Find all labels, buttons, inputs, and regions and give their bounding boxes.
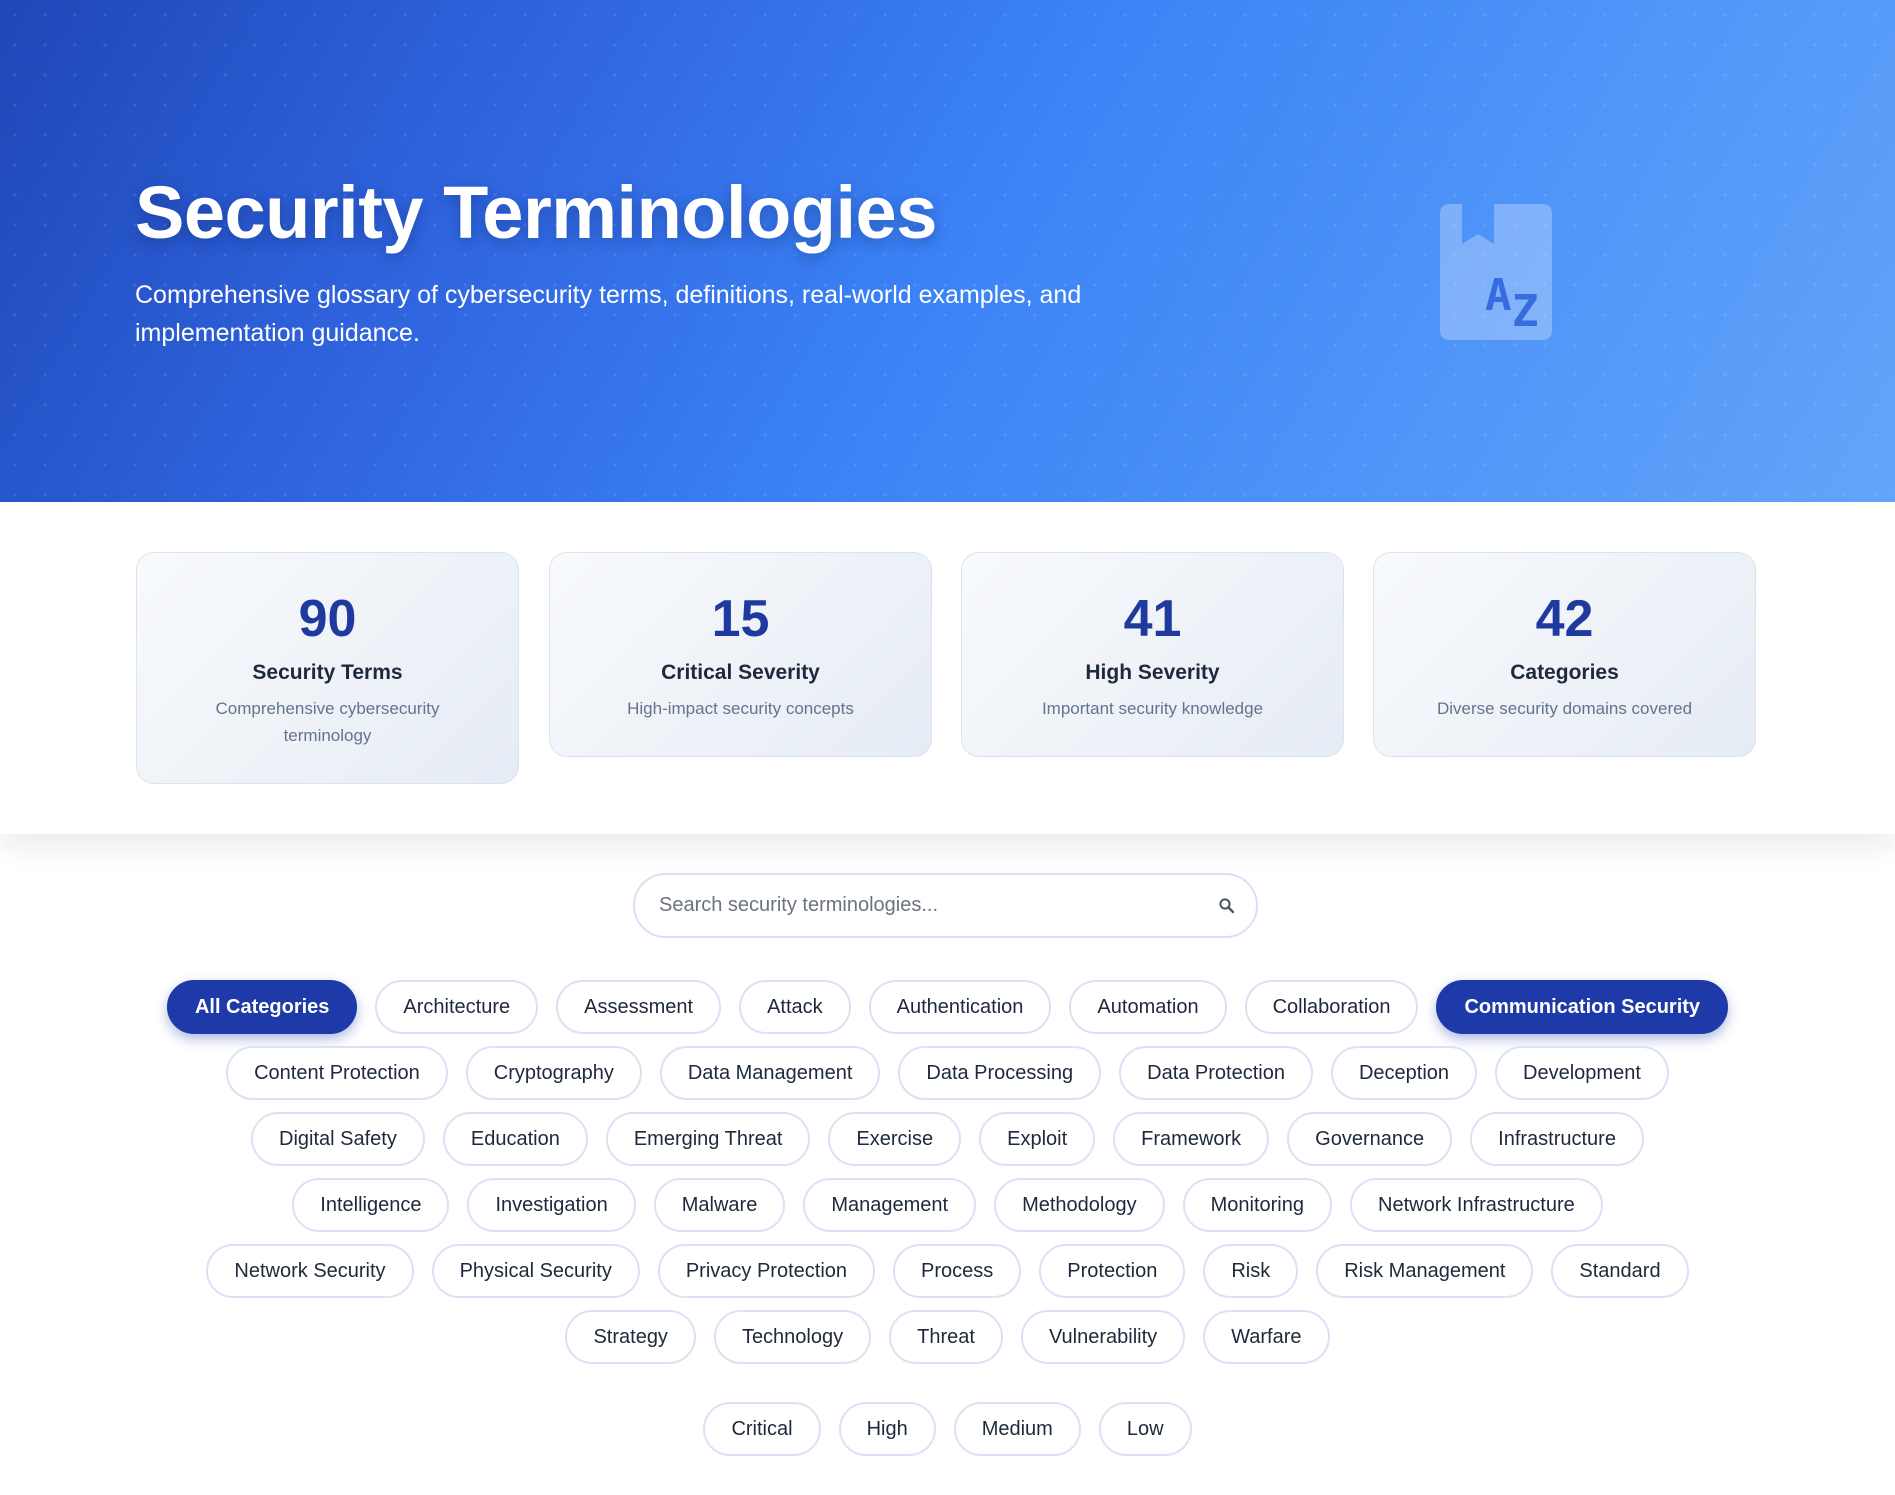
svg-text:A: A bbox=[1485, 270, 1512, 321]
stat-label: High Severity bbox=[1085, 661, 1220, 684]
category-chip[interactable]: Collaboration bbox=[1244, 980, 1419, 1034]
category-chip[interactable]: Protection bbox=[1039, 1244, 1186, 1298]
severity-chip-low[interactable]: Low bbox=[1098, 1402, 1192, 1456]
category-chip[interactable]: Methodology bbox=[994, 1178, 1165, 1232]
category-chip[interactable]: Strategy bbox=[565, 1310, 696, 1364]
stat-value: 42 bbox=[1535, 590, 1594, 648]
stat-label: Critical Severity bbox=[661, 661, 820, 684]
category-chip[interactable]: Vulnerability bbox=[1020, 1310, 1186, 1364]
severity-chip-medium[interactable]: Medium bbox=[953, 1402, 1081, 1456]
severity-filters: Critical High Medium Low bbox=[0, 1402, 1895, 1456]
category-chip[interactable]: Architecture bbox=[375, 980, 539, 1034]
severity-chip-critical[interactable]: Critical bbox=[703, 1402, 821, 1456]
category-chip[interactable]: Network Infrastructure bbox=[1350, 1178, 1603, 1232]
stat-description: Important security knowledge bbox=[1041, 699, 1264, 718]
category-chip[interactable]: Authentication bbox=[868, 980, 1052, 1034]
search-input[interactable] bbox=[659, 875, 1199, 936]
category-chip[interactable]: Data Management bbox=[659, 1046, 881, 1100]
stat-description: Comprehensive cybersecurity terminology bbox=[215, 699, 440, 745]
category-chip[interactable]: Privacy Protection bbox=[657, 1244, 876, 1298]
svg-text:Z: Z bbox=[1512, 286, 1539, 337]
stat-value: 41 bbox=[1123, 590, 1182, 648]
stat-description: Diverse security domains covered bbox=[1436, 699, 1693, 718]
stat-value: 90 bbox=[298, 590, 357, 648]
stat-value: 15 bbox=[711, 590, 770, 648]
category-chip[interactable]: Risk Management bbox=[1316, 1244, 1534, 1298]
category-chip[interactable]: Threat bbox=[889, 1310, 1003, 1364]
category-chip[interactable]: Technology bbox=[713, 1310, 872, 1364]
stat-label: Security Terms bbox=[252, 661, 403, 684]
filter-row: All Categories Architecture Assessment A… bbox=[0, 980, 1895, 1034]
category-chip[interactable]: Process bbox=[893, 1244, 1022, 1298]
category-chip[interactable]: Automation bbox=[1069, 980, 1227, 1034]
filter-row: Network Security Physical Security Priva… bbox=[0, 1244, 1895, 1298]
filter-row: Strategy Technology Threat Vulnerability… bbox=[0, 1310, 1895, 1364]
book-az-icon: A Z bbox=[1440, 204, 1552, 340]
category-chip[interactable]: Data Processing bbox=[898, 1046, 1102, 1100]
category-chip[interactable]: Management bbox=[803, 1178, 977, 1232]
stat-card-categories: 42 Categories Diverse security domains c… bbox=[1373, 552, 1756, 757]
category-chip[interactable]: Infrastructure bbox=[1470, 1112, 1644, 1166]
category-chip[interactable]: Development bbox=[1495, 1046, 1669, 1100]
hero-banner: Security Terminologies Comprehensive glo… bbox=[0, 0, 1895, 502]
category-chip[interactable]: Emerging Threat bbox=[605, 1112, 811, 1166]
category-chip[interactable]: Education bbox=[442, 1112, 588, 1166]
category-chip[interactable]: Malware bbox=[653, 1178, 786, 1232]
category-chip[interactable]: Standard bbox=[1551, 1244, 1689, 1298]
severity-chip-high[interactable]: High bbox=[838, 1402, 936, 1456]
category-chip[interactable]: Digital Safety bbox=[251, 1112, 425, 1166]
page-title: Security Terminologies bbox=[135, 171, 937, 254]
category-filters: All Categories Architecture Assessment A… bbox=[0, 980, 1895, 1376]
page-subtitle: Comprehensive glossary of cybersecurity … bbox=[135, 281, 1082, 347]
category-chip[interactable]: Monitoring bbox=[1182, 1178, 1332, 1232]
category-chip[interactable]: Attack bbox=[739, 980, 851, 1034]
category-chip[interactable]: Exploit bbox=[979, 1112, 1096, 1166]
stat-label: Categories bbox=[1510, 661, 1619, 684]
search-icon[interactable] bbox=[1218, 897, 1236, 915]
filter-row: Intelligence Investigation Malware Manag… bbox=[0, 1178, 1895, 1232]
category-chip[interactable]: Cryptography bbox=[465, 1046, 642, 1100]
category-chip[interactable]: Assessment bbox=[556, 980, 722, 1034]
category-chip[interactable]: Content Protection bbox=[226, 1046, 448, 1100]
category-chip[interactable]: Physical Security bbox=[431, 1244, 640, 1298]
stat-card-critical: 15 Critical Severity High-impact securit… bbox=[549, 552, 932, 757]
category-chip[interactable]: Intelligence bbox=[292, 1178, 450, 1232]
category-chip-all[interactable]: All Categories bbox=[166, 980, 358, 1034]
category-chip[interactable]: Warfare bbox=[1203, 1310, 1330, 1364]
stat-card-terms: 90 Security Terms Comprehensive cybersec… bbox=[136, 552, 519, 784]
filter-row: Content Protection Cryptography Data Man… bbox=[0, 1046, 1895, 1100]
filter-row: Digital Safety Education Emerging Threat… bbox=[0, 1112, 1895, 1166]
stat-card-high: 41 High Severity Important security know… bbox=[961, 552, 1344, 757]
category-chip[interactable]: Network Security bbox=[206, 1244, 414, 1298]
stat-description: High-impact security concepts bbox=[627, 699, 854, 718]
category-chip[interactable]: Framework bbox=[1113, 1112, 1270, 1166]
category-chip[interactable]: Governance bbox=[1287, 1112, 1453, 1166]
category-chip-communication-security[interactable]: Communication Security bbox=[1436, 980, 1729, 1034]
category-chip[interactable]: Deception bbox=[1330, 1046, 1478, 1100]
search-box bbox=[633, 873, 1258, 938]
category-chip[interactable]: Exercise bbox=[828, 1112, 962, 1166]
category-chip[interactable]: Investigation bbox=[467, 1178, 636, 1232]
stats-section: 90 Security Terms Comprehensive cybersec… bbox=[0, 502, 1895, 834]
category-chip[interactable]: Risk bbox=[1203, 1244, 1299, 1298]
category-chip[interactable]: Data Protection bbox=[1119, 1046, 1313, 1100]
